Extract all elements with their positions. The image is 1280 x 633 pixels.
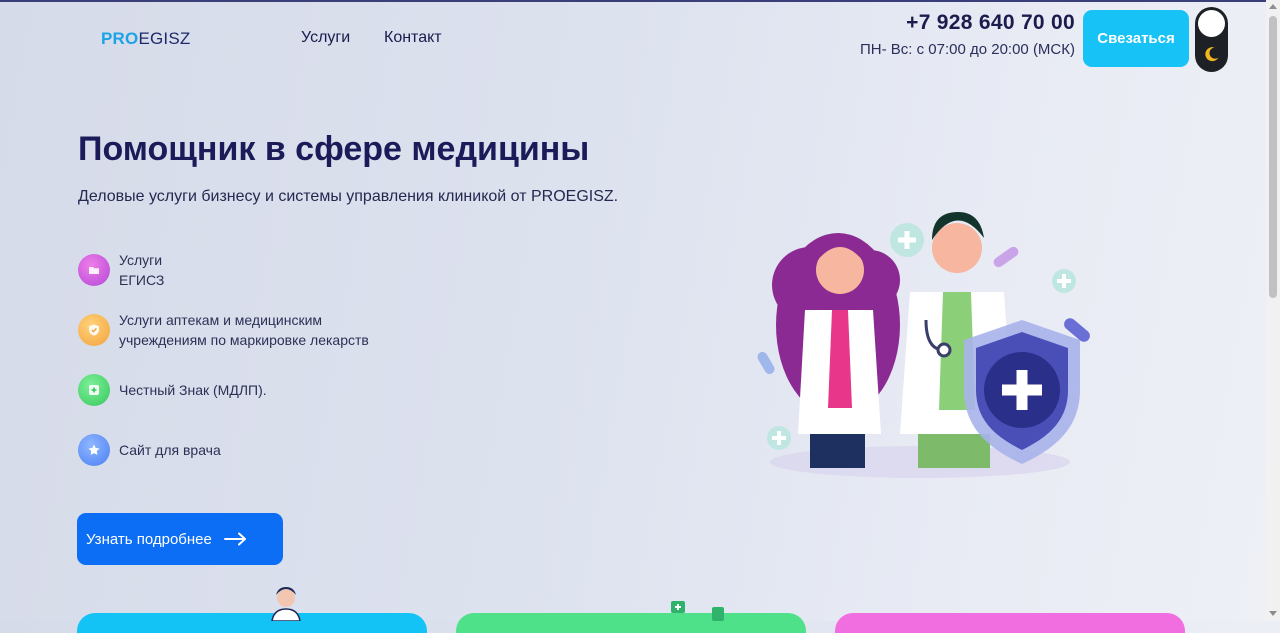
- doctor-icon: [271, 587, 301, 621]
- logo-accent: PRO: [101, 29, 139, 48]
- service-card-blue[interactable]: [77, 613, 427, 633]
- feature-item-chestny-znak[interactable]: Честный Знак (МДЛП).: [78, 374, 267, 406]
- moon-icon: [1205, 47, 1219, 62]
- theme-toggle[interactable]: [1195, 7, 1228, 72]
- hero-subtitle: Деловые услуги бизнесу и системы управле…: [78, 188, 619, 205]
- feature-text: Услуги ЕГИСЗ: [119, 252, 165, 288]
- hero-title: Помощник в сфере медицины: [78, 130, 590, 168]
- phone-number[interactable]: +7 928 640 70 00: [906, 11, 1075, 35]
- service-card-green[interactable]: [456, 613, 806, 633]
- logo-text: EGISZ: [138, 29, 191, 48]
- nav-link-services[interactable]: Услуги: [301, 29, 350, 47]
- folder-icon: [78, 254, 110, 286]
- learn-more-label: Узнать подробнее: [86, 530, 212, 548]
- pill-icon: [757, 351, 775, 375]
- feature-item-pharmacy[interactable]: Услуги аптекам и медицинским учреждениям…: [78, 310, 369, 350]
- top-border: [0, 0, 1280, 2]
- plus-circle-icon: [1052, 269, 1076, 293]
- nav-link-contact[interactable]: Контакт: [384, 29, 442, 47]
- contact-button[interactable]: Свезаться: [1083, 10, 1189, 67]
- shield-check-icon: [78, 314, 110, 346]
- scrollbar[interactable]: [1266, 0, 1280, 621]
- scroll-up-arrow-icon[interactable]: [1269, 4, 1277, 9]
- scrollbar-thumb[interactable]: [1269, 16, 1277, 298]
- feature-item-egisz[interactable]: Услуги ЕГИСЗ: [78, 250, 164, 290]
- doctors-illustration: [757, 212, 1090, 478]
- plus-circle-icon: [767, 426, 791, 450]
- feature-text: Честный Знак (МДЛП).: [119, 382, 267, 398]
- service-card-pink[interactable]: [835, 613, 1185, 633]
- arrow-right-icon: [223, 532, 246, 546]
- logo[interactable]: PROEGISZ: [101, 29, 190, 49]
- feature-text: Услуги аптекам и медицинским учреждениям…: [119, 312, 369, 348]
- feature-item-doctor-site[interactable]: Сайт для врача: [78, 434, 221, 466]
- working-hours: ПН- Вс: с 07:00 до 20:00 (МСК): [859, 41, 1075, 58]
- star-icon: [78, 434, 110, 466]
- sun-icon: [1198, 10, 1225, 37]
- plus-circle-icon: [890, 223, 924, 257]
- feature-text: Сайт для врача: [119, 442, 221, 458]
- plus-box-icon: [78, 374, 110, 406]
- medicine-icon: [671, 601, 724, 621]
- pill-icon: [993, 246, 1019, 268]
- learn-more-button[interactable]: Узнать подробнее: [77, 513, 283, 565]
- scroll-down-arrow-icon[interactable]: [1269, 611, 1277, 616]
